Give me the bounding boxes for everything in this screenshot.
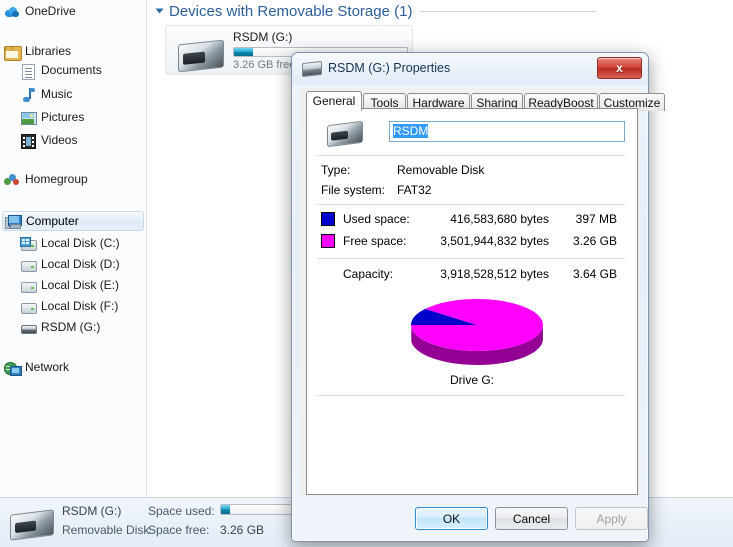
apply-button: Apply <box>575 507 648 530</box>
tab-general[interactable]: General <box>306 91 362 111</box>
drive-tile-free-text: 3.26 GB free <box>233 59 296 71</box>
chevron-down-icon <box>155 8 164 14</box>
cancel-button[interactable]: Cancel <box>495 507 568 530</box>
sidebar-item-music[interactable]: Music <box>20 85 72 104</box>
volume-name-input[interactable]: RSDM <box>389 121 625 142</box>
sidebar-item-label: Libraries <box>25 44 72 58</box>
sidebar-item-label: Music <box>41 87 73 101</box>
homegroup-icon <box>4 172 20 188</box>
close-button[interactable]: x <box>597 57 642 79</box>
sidebar-item-label: Computer <box>26 213 79 228</box>
sidebar-item-label: Local Disk (D:) <box>41 257 120 271</box>
navigation-pane: OneDrive Libraries Documents Music Pictu… <box>0 0 146 497</box>
drive-tile-usage-fill <box>234 48 254 56</box>
capacity-label: Capacity: <box>343 267 394 281</box>
documents-icon <box>20 63 36 80</box>
filesystem-value: FAT32 <box>397 183 432 197</box>
dialog-title-bar[interactable]: RSDM (G:) Properties x <box>292 53 648 85</box>
sidebar-item-label: Local Disk (F:) <box>41 299 119 313</box>
sidebar-item-local-disk-f[interactable]: Local Disk (F:) <box>20 297 118 316</box>
sidebar-item-documents[interactable]: Documents <box>20 61 102 80</box>
ok-button[interactable]: OK <box>415 507 488 530</box>
filesystem-label: File system: <box>321 183 386 197</box>
videos-icon <box>20 133 36 149</box>
pictures-icon <box>20 110 37 126</box>
sidebar-item-onedrive[interactable]: OneDrive <box>4 2 76 21</box>
status-usage-bar <box>220 504 300 515</box>
dialog-title-label: RSDM (G:) Properties <box>328 61 451 75</box>
sidebar-item-local-disk-c[interactable]: Local Disk (C:) <box>20 234 120 253</box>
sidebar-item-label: OneDrive <box>25 4 76 18</box>
sidebar-item-label: Pictures <box>41 110 85 124</box>
hard-disk-icon <box>20 299 37 315</box>
free-space-bytes: 3,501,944,832 bytes <box>440 234 549 248</box>
sidebar-item-rsdm-g[interactable]: RSDM (G:) <box>20 318 100 337</box>
sidebar-item-local-disk-e[interactable]: Local Disk (E:) <box>20 276 119 295</box>
status-drive-type: Removable Disk <box>62 523 150 537</box>
removable-disk-icon <box>10 509 54 541</box>
removable-disk-icon <box>20 320 37 336</box>
divider <box>317 155 625 156</box>
used-space-label: Used space: <box>343 212 410 226</box>
free-space-swatch <box>321 234 335 248</box>
sidebar-item-homegroup[interactable]: Homegroup <box>4 170 88 189</box>
dialog-button-row: OK Cancel Apply <box>292 507 648 531</box>
windows-disk-icon <box>20 236 37 252</box>
drive-tile-name: RSDM (G:) <box>233 30 293 44</box>
type-label: Type: <box>321 163 351 177</box>
group-header-label: Devices with Removable Storage (1) <box>169 2 413 20</box>
status-drive-name: RSDM (G:) <box>62 504 122 518</box>
sidebar-item-videos[interactable]: Videos <box>20 131 77 150</box>
hard-disk-icon <box>20 257 37 273</box>
status-usage-fill <box>221 505 230 514</box>
divider <box>317 395 625 396</box>
sidebar-item-label: Local Disk (C:) <box>41 236 120 250</box>
dialog-body: General Tools Hardware Sharing ReadyBoos… <box>300 87 665 497</box>
removable-disk-icon <box>178 39 224 73</box>
sidebar-item-label: RSDM (G:) <box>41 320 101 334</box>
network-icon <box>4 360 22 376</box>
close-icon: x <box>616 61 623 75</box>
sidebar-item-label: Network <box>25 360 70 374</box>
divider <box>317 204 625 205</box>
capacity-short: 3.64 GB <box>572 267 617 281</box>
free-space-label: Free space: <box>343 234 407 248</box>
sidebar-item-label: Videos <box>41 133 78 147</box>
pie-chart-caption: Drive G: <box>449 373 494 387</box>
sidebar-item-pictures[interactable]: Pictures <box>20 108 84 127</box>
type-value: Removable Disk <box>397 163 485 177</box>
status-space-free-label: Space free: <box>148 523 210 537</box>
computer-icon <box>5 213 22 229</box>
sidebar-item-network[interactable]: Network <box>4 358 69 377</box>
used-space-bytes: 416,583,680 bytes <box>450 212 549 226</box>
sidebar-item-computer[interactable]: Computer <box>2 211 144 231</box>
sidebar-item-libraries[interactable]: Libraries <box>4 42 71 61</box>
sidebar-item-label: Local Disk (E:) <box>41 278 120 292</box>
sidebar-item-local-disk-d[interactable]: Local Disk (D:) <box>20 255 120 274</box>
group-header-rule <box>420 10 597 12</box>
status-space-free-value: 3.26 GB <box>220 523 265 537</box>
used-space-short: 397 MB <box>575 212 617 226</box>
tab-panel-general: RSDM Type: Removable Disk File system: F… <box>306 108 638 495</box>
group-header-removable-storage[interactable]: Devices with Removable Storage (1) <box>155 0 597 22</box>
pie-chart-svg <box>411 299 543 365</box>
hard-disk-icon <box>20 278 37 294</box>
sidebar-item-label: Documents <box>41 63 102 77</box>
removable-disk-icon <box>302 60 322 78</box>
properties-dialog: RSDM (G:) Properties x General Tools Har… <box>291 52 665 542</box>
libraries-icon <box>4 44 22 61</box>
volume-name-value: RSDM <box>393 124 429 138</box>
cloud-icon <box>4 4 20 20</box>
used-space-swatch <box>321 212 335 226</box>
screen: OneDrive Libraries Documents Music Pictu… <box>0 0 733 547</box>
capacity-bytes: 3,918,528,512 bytes <box>440 267 549 281</box>
divider <box>317 258 625 259</box>
capacity-pie-chart <box>317 289 627 369</box>
music-icon <box>20 87 36 103</box>
free-space-short: 3.26 GB <box>572 234 617 248</box>
removable-disk-icon <box>327 120 363 148</box>
general-panel: RSDM Type: Removable Disk File system: F… <box>317 117 627 488</box>
status-space-used-label: Space used: <box>148 504 215 518</box>
sidebar-item-label: Homegroup <box>25 172 88 186</box>
